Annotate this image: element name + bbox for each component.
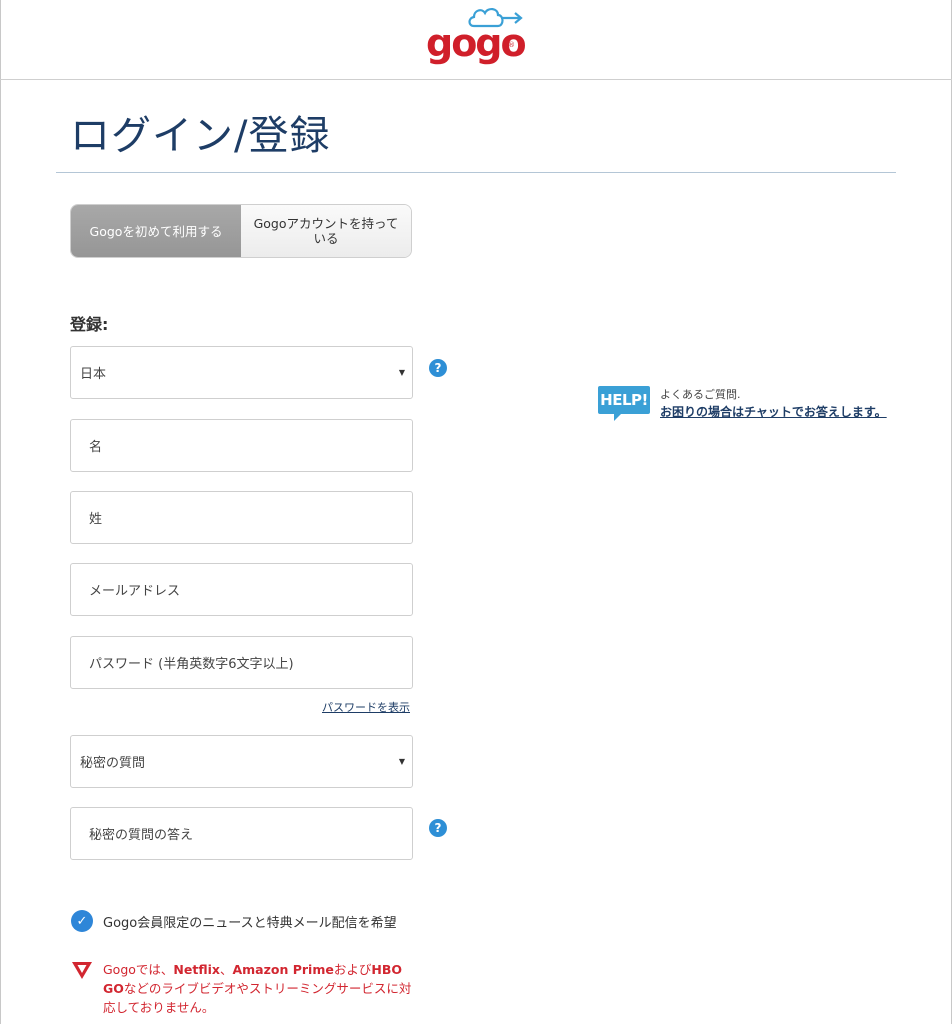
secret-question-select[interactable]: 秘密の質問 ▼ [70,735,413,788]
first-name-field[interactable]: 名 [70,419,413,472]
checkmark-icon[interactable]: ✓ [71,910,93,932]
question-mark-icon[interactable]: ? [429,359,447,377]
chevron-down-icon: ▼ [398,757,405,766]
account-toggle: Gogoを初めて利用する Gogoアカウントを持っている [70,204,412,258]
password-placeholder: パスワード (半角英数字6文字以上) [89,657,294,672]
email-placeholder: メールアドレス [89,584,181,599]
question-mark-icon[interactable]: ? [429,819,447,837]
faq-label: よくあるご質問. [660,388,741,401]
notice-text: Gogoでは、Netflix、Amazon PrimeおよびHBO GOなどのラ… [103,960,413,1017]
show-password-link[interactable]: パスワードを表示 [322,699,410,715]
help-badge-tail [614,413,622,421]
help-badge-icon: HELP! [598,386,650,414]
secret-answer-placeholder: 秘密の質問の答え [89,828,194,843]
country-value: 日本 [80,367,107,382]
chat-help-link[interactable]: お困りの場合はチャットでお答えします。 [660,403,887,420]
notice-part2: などのライブビデオやストリーミングサービスに対応しておりません。 [103,981,412,1015]
email-field[interactable]: メールアドレス [70,563,413,616]
tab-existing-user[interactable]: Gogoアカウントを持っている [241,205,411,257]
notice-and: および [333,962,372,977]
gogo-logo[interactable]: gogo ® [422,4,532,72]
country-select[interactable]: 日本 ▼ [70,346,413,399]
secret-answer-field[interactable]: 秘密の質問の答え [70,807,413,860]
secret-question-value: 秘密の質問 [80,756,146,771]
tab-new-user[interactable]: Gogoを初めて利用する [71,205,241,257]
first-name-placeholder: 名 [89,440,103,455]
gogo-v-icon [72,962,92,979]
chevron-down-icon: ▼ [398,368,405,377]
register-section-label: 登録: [70,315,109,334]
newsletter-optin[interactable]: ✓ Gogo会員限定のニュースと特典メール配信を希望 [71,910,397,932]
notice-amazon: Amazon Prime [232,962,334,977]
trademark-dot: ® [508,41,515,49]
optin-label: Gogo会員限定のニュースと特典メール配信を希望 [103,915,397,931]
notice-netflix: Netflix [173,962,220,977]
title-divider [56,172,896,173]
password-field[interactable]: パスワード (半角英数字6文字以上) [70,636,413,689]
page-title: ログイン/登録 [70,113,331,159]
notice-sep: 、 [219,962,233,977]
last-name-field[interactable]: 姓 [70,491,413,544]
last-name-placeholder: 姓 [89,512,103,527]
notice-part1: Gogoでは、 [103,962,174,977]
site-header: gogo ® [0,0,952,80]
